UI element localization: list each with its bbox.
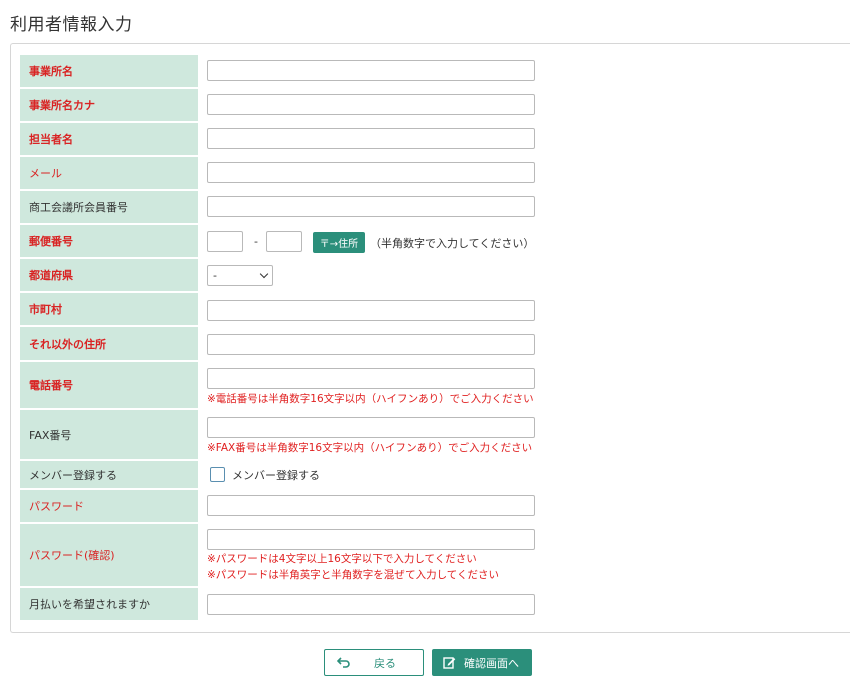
label-chamber-member-no: 商工会議所会員番号	[20, 191, 198, 223]
label-phone: 電話番号	[20, 362, 198, 408]
phone-input[interactable]	[207, 368, 535, 389]
label-address-other: それ以外の住所	[20, 327, 198, 360]
member-register-checkbox[interactable]	[210, 467, 225, 482]
label-city: 市町村	[20, 293, 198, 325]
label-prefecture: 都道府県	[20, 259, 198, 291]
postal-code-separator: -	[254, 235, 258, 248]
password-input[interactable]	[207, 495, 535, 516]
page-title: 利用者情報入力	[10, 15, 133, 35]
prefecture-select[interactable]: -	[207, 265, 273, 286]
edit-icon	[443, 657, 456, 669]
city-input[interactable]	[207, 300, 535, 321]
email-input[interactable]	[207, 162, 535, 183]
back-button[interactable]: 戻る	[324, 649, 424, 676]
fax-input[interactable]	[207, 417, 535, 438]
return-arrow-icon	[337, 657, 350, 668]
confirm-button-label: 確認画面へ	[464, 656, 519, 670]
address-other-input[interactable]	[207, 334, 535, 355]
postal-code-note: （半角数字で入力してください）	[370, 237, 535, 250]
chamber-member-no-input[interactable]	[207, 196, 535, 217]
postal-to-address-button[interactable]: 〒→住所	[313, 232, 365, 253]
back-button-label: 戻る	[374, 656, 396, 670]
label-office-name: 事業所名	[20, 55, 198, 87]
label-email: メール	[20, 157, 198, 189]
label-password-confirm: パスワード(確認)	[20, 524, 198, 586]
password-note-length: ※パスワードは4文字以上16文字以下で入力してください	[207, 553, 477, 565]
label-office-kana: 事業所名カナ	[20, 89, 198, 121]
label-contact-name: 担当者名	[20, 123, 198, 155]
label-member-register: メンバー登録する	[20, 461, 198, 488]
member-register-checkbox-label[interactable]: メンバー登録する	[232, 467, 320, 483]
label-fax: FAX番号	[20, 410, 198, 459]
office-name-input[interactable]	[207, 60, 535, 81]
confirm-button[interactable]: 確認画面へ	[432, 649, 532, 676]
office-kana-input[interactable]	[207, 94, 535, 115]
label-password: パスワード	[20, 490, 198, 522]
postal-code-first-input[interactable]	[207, 231, 243, 252]
password-note-mix: ※パスワードは半角英字と半角数字を混ぜて入力してください	[207, 569, 499, 581]
postal-code-second-input[interactable]	[266, 231, 302, 252]
password-confirm-input[interactable]	[207, 529, 535, 550]
chevron-down-icon	[259, 269, 269, 279]
fax-note: ※FAX番号は半角数字16文字以内（ハイフンあり）でご入力ください	[207, 442, 533, 454]
monthly-payment-input[interactable]	[207, 594, 535, 615]
phone-note: ※電話番号は半角数字16文字以内（ハイフンあり）でご入力ください	[207, 393, 534, 405]
prefecture-selected-value: -	[213, 269, 217, 282]
label-postal-code: 郵便番号	[20, 225, 198, 257]
label-monthly-payment: 月払いを希望されますか	[20, 588, 198, 620]
contact-name-input[interactable]	[207, 128, 535, 149]
